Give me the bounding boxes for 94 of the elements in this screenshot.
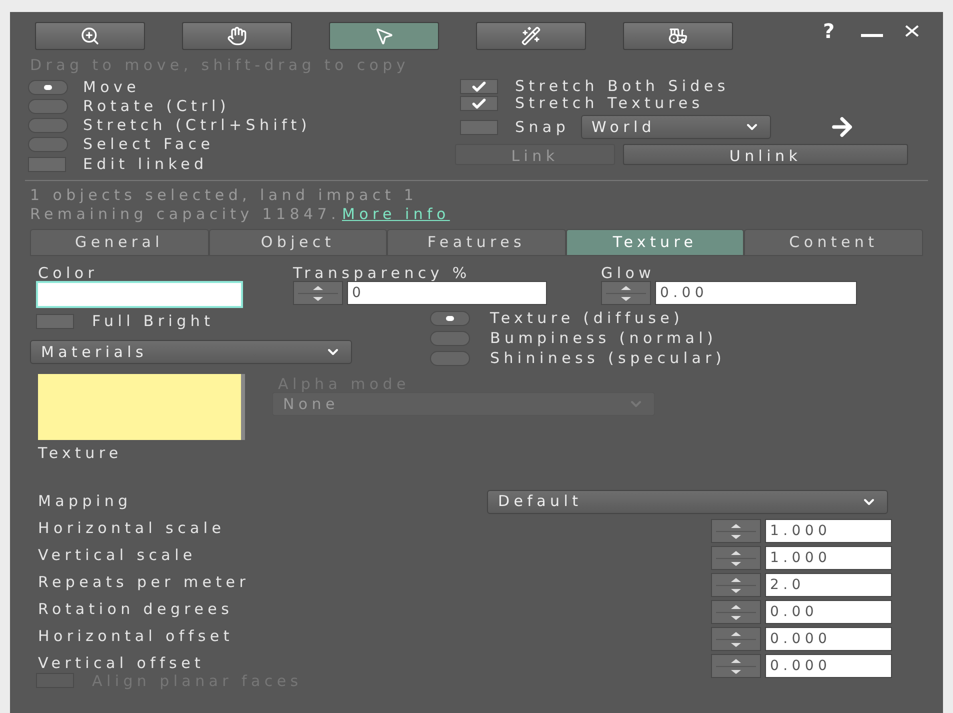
texture-swatch[interactable]	[38, 374, 245, 440]
down-arrow-icon	[730, 614, 742, 620]
up-arrow-icon	[312, 284, 324, 290]
down-arrow-icon	[730, 534, 742, 540]
down-arrow-icon	[730, 668, 742, 674]
checkbox[interactable]	[36, 314, 74, 328]
tool-button[interactable]	[329, 22, 439, 50]
tab[interactable]: Object	[208, 229, 388, 256]
down-arrow-icon	[730, 560, 742, 566]
radio-button[interactable]	[430, 310, 470, 326]
down-arrow-icon	[730, 642, 742, 648]
close-icon[interactable]	[904, 25, 919, 37]
tool-button[interactable]	[182, 22, 292, 50]
stepper[interactable]	[711, 546, 761, 570]
number-field[interactable]: 1.000	[765, 546, 892, 570]
number-field[interactable]: 0.000	[765, 627, 892, 651]
radio-label: Stretch (Ctrl+Shift)	[83, 115, 311, 136]
dropdown[interactable]: World	[580, 115, 771, 139]
tool-button[interactable]	[476, 22, 586, 50]
tool-button[interactable]	[35, 22, 145, 50]
field-label: Mapping	[38, 491, 133, 512]
field-label: Horizontal offset	[38, 626, 234, 647]
field-label: Vertical offset	[38, 652, 206, 674]
stepper[interactable]	[293, 281, 343, 305]
texture-label: Texture	[38, 443, 124, 464]
radio-button[interactable]	[28, 118, 68, 133]
pointer-icon	[374, 26, 394, 46]
checkbox[interactable]	[460, 120, 498, 134]
radio-label: Rotate (Ctrl)	[83, 96, 230, 118]
checkbox-label: Snap	[515, 116, 570, 138]
dropdown[interactable]: Materials	[30, 340, 352, 364]
stepper[interactable]	[711, 519, 761, 543]
stepper[interactable]	[711, 654, 761, 678]
field-label: Rotation degrees	[38, 598, 234, 620]
up-arrow-icon	[730, 576, 742, 582]
tab[interactable]: General	[30, 229, 209, 256]
number-field[interactable]: 1.000	[765, 519, 892, 543]
up-arrow-icon	[620, 284, 632, 290]
check-icon	[471, 78, 487, 94]
tab[interactable]: Features	[387, 229, 566, 256]
magnifier-plus-icon	[80, 26, 100, 46]
tab[interactable]: Texture	[566, 229, 744, 256]
up-arrow-icon	[730, 550, 742, 556]
check-icon	[471, 96, 487, 112]
number-field[interactable]: 0	[347, 281, 547, 305]
tractor-icon	[668, 26, 688, 46]
checkbox-label: Edit linked	[83, 154, 208, 176]
number-field[interactable]: 2.0	[765, 573, 892, 597]
hand-icon	[227, 26, 247, 46]
number-field[interactable]: 0.00	[765, 600, 892, 624]
dropdown[interactable]: Default	[487, 490, 888, 514]
checkbox[interactable]	[460, 96, 498, 111]
down-arrow-icon	[312, 296, 324, 302]
radio-label: Shininess (specular)	[490, 348, 726, 369]
radio-label: Select Face	[83, 134, 214, 156]
minimize-icon[interactable]	[860, 34, 883, 38]
magic-wand-icon	[521, 26, 541, 46]
help-button[interactable]: ?	[823, 16, 839, 46]
radio-label: Texture (diffuse)	[490, 308, 684, 329]
field-label: Transparency %	[293, 263, 472, 281]
up-arrow-icon	[730, 604, 742, 610]
up-arrow-icon	[730, 522, 742, 528]
checkbox[interactable]	[460, 79, 498, 94]
stepper[interactable]	[711, 627, 761, 651]
down-arrow-icon	[730, 588, 742, 594]
more-info-link[interactable]: More info	[342, 203, 450, 223]
field-label: Color	[38, 263, 100, 281]
radio-button[interactable]	[28, 137, 68, 152]
number-field[interactable]: 0.00	[655, 281, 857, 305]
radio-button[interactable]	[430, 330, 470, 346]
tool-button[interactable]	[623, 22, 733, 50]
info-text: 1 objects selected, land impact 1	[30, 185, 419, 203]
stepper[interactable]	[711, 573, 761, 597]
info-text: Remaining capacity 11847.	[30, 204, 340, 223]
tab[interactable]: Content	[744, 229, 923, 256]
number-field[interactable]: 0.000	[765, 654, 892, 678]
field-label: Glow	[601, 263, 656, 281]
field-label: Vertical scale	[38, 544, 198, 566]
up-arrow-icon	[730, 630, 742, 636]
stepper[interactable]	[601, 281, 651, 305]
checkbox[interactable]	[28, 157, 66, 172]
field-label: Repeats per meter	[38, 572, 251, 593]
color-swatch[interactable]	[36, 281, 243, 308]
checkbox-label: Full Bright	[92, 310, 214, 332]
stepper[interactable]	[711, 600, 761, 624]
link-button[interactable]: Unlink	[623, 144, 908, 165]
radio-button[interactable]	[28, 80, 68, 95]
field-label: Horizontal scale	[38, 518, 226, 539]
radio-button[interactable]	[430, 350, 470, 366]
radio-label: Move	[83, 77, 140, 98]
radio-label: Bumpiness (normal)	[490, 328, 718, 349]
radio-button[interactable]	[28, 99, 68, 114]
down-arrow-icon	[620, 296, 632, 302]
up-arrow-icon	[730, 658, 742, 664]
